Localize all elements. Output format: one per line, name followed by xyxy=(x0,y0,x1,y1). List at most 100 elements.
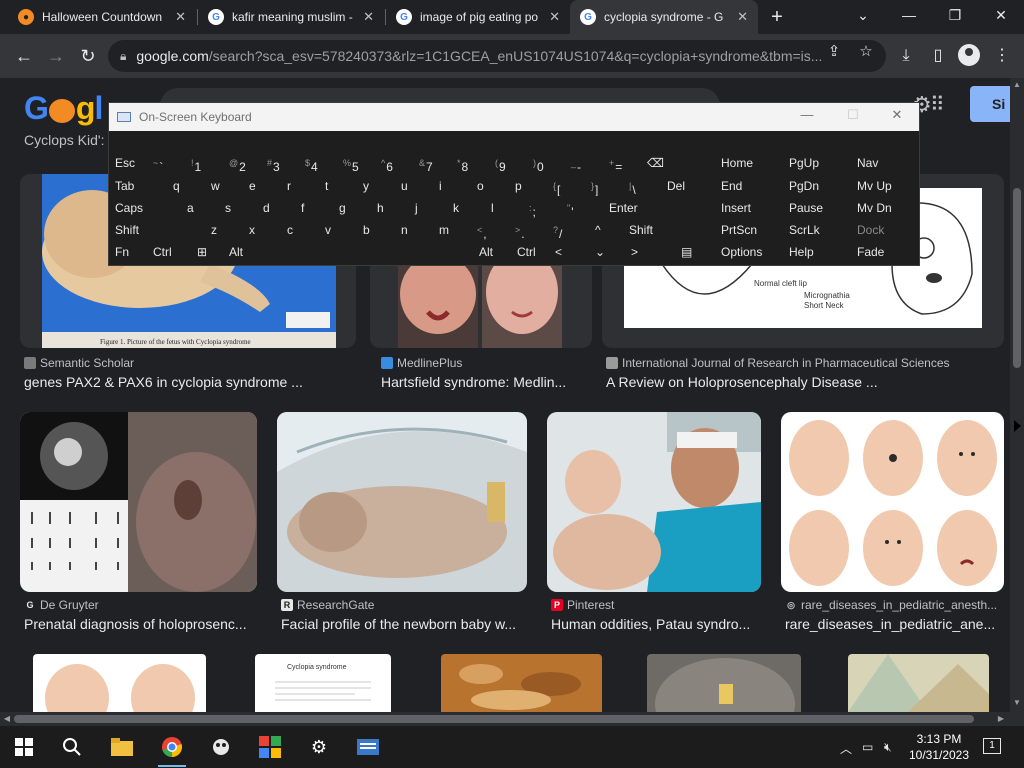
key-backspace[interactable]: ⌫ xyxy=(641,153,711,173)
new-tab-button[interactable]: + xyxy=(766,6,788,28)
vertical-scrollbar[interactable]: ▲ ▼ xyxy=(1010,78,1024,712)
key-ctrl-left[interactable]: Ctrl xyxy=(147,242,193,262)
address-bar[interactable]: 🔒︎ google.com/search?sca_esv=578240373&r… xyxy=(108,40,886,72)
result-title[interactable]: Human oddities, Patau syndro... xyxy=(551,616,761,632)
key-j[interactable]: j xyxy=(409,198,447,218)
forward-button[interactable]: → xyxy=(44,44,68,68)
back-button[interactable]: ← xyxy=(12,44,36,68)
windows-key-icon[interactable]: ⊞ xyxy=(191,242,223,262)
start-windows-icon[interactable] xyxy=(11,734,37,760)
result-title[interactable]: Cyclops Kid': xyxy=(24,132,104,148)
key-t[interactable]: t xyxy=(319,176,357,196)
close-icon[interactable]: ✕ xyxy=(549,9,560,25)
key-right-arrow[interactable]: > xyxy=(625,242,663,262)
key-p[interactable]: p xyxy=(509,176,547,196)
key-backslash[interactable]: |\ xyxy=(623,176,661,196)
tab-image-of-pig[interactable]: G image of pig eating po ✕ xyxy=(386,0,570,34)
key-c[interactable]: c xyxy=(281,220,319,240)
profile-avatar-icon[interactable] xyxy=(958,44,980,66)
google-logo[interactable]: Ggl xyxy=(24,90,103,127)
app-colorful-icon[interactable] xyxy=(257,734,283,760)
clock-date[interactable]: 10/31/2023 xyxy=(904,748,974,762)
osk-titlebar[interactable]: On-Screen Keyboard — ☐ ✕ xyxy=(109,103,919,131)
app-face-icon[interactable] xyxy=(208,734,234,760)
key-space[interactable] xyxy=(263,242,473,262)
scroll-up-icon[interactable]: ▲ xyxy=(1010,80,1024,89)
key-shift-right[interactable]: Shift xyxy=(623,220,711,240)
key-4[interactable]: $4 xyxy=(299,153,337,173)
share-icon[interactable]: ⇪ xyxy=(824,42,844,62)
file-explorer-icon[interactable] xyxy=(109,734,135,760)
key-6[interactable]: ^6 xyxy=(375,153,413,173)
chevron-up-icon[interactable]: ︿ xyxy=(840,740,852,757)
clock-time[interactable]: 3:13 PM xyxy=(904,732,974,746)
image-result-11[interactable] xyxy=(647,654,801,712)
key-enter[interactable]: Enter xyxy=(603,198,711,218)
key-7[interactable]: &7 xyxy=(413,153,451,173)
result-title[interactable]: rare_diseases_in_pediatric_ane... xyxy=(785,616,1003,632)
result-title[interactable]: Facial profile of the newborn baby w... xyxy=(281,616,527,632)
result-title[interactable]: A Review on Holoprosencephaly Disease ..… xyxy=(606,374,1002,390)
key-l[interactable]: l xyxy=(485,198,523,218)
osk-close-button[interactable]: ✕ xyxy=(887,107,907,123)
key-m[interactable]: m xyxy=(433,220,471,240)
scroll-left-icon[interactable]: ◀ xyxy=(0,712,14,726)
key-1[interactable]: !1 xyxy=(185,153,223,173)
key-quote[interactable]: "' xyxy=(561,198,599,218)
key-del[interactable]: Del xyxy=(661,176,711,196)
key-f[interactable]: f xyxy=(295,198,333,218)
key-d[interactable]: d xyxy=(257,198,295,218)
key-9[interactable]: (9 xyxy=(489,153,527,173)
search-icon[interactable] xyxy=(59,734,85,760)
key-down-arrow[interactable]: ⌄ xyxy=(589,242,623,262)
key-k[interactable]: k xyxy=(447,198,485,218)
key-2[interactable]: @2 xyxy=(223,153,261,173)
key-minus[interactable]: _- xyxy=(565,153,603,173)
menu-kebab-icon[interactable]: ⋮ xyxy=(990,44,1014,68)
key-ctrl-right[interactable]: Ctrl xyxy=(511,242,551,262)
scroll-down-icon[interactable]: ▼ xyxy=(1010,698,1024,707)
key-s[interactable]: s xyxy=(219,198,257,218)
key-alt-left[interactable]: Alt xyxy=(223,242,263,262)
key-n[interactable]: n xyxy=(395,220,433,240)
image-result-6[interactable] xyxy=(547,412,761,592)
reload-button[interactable]: ↻ xyxy=(76,44,100,68)
key-q[interactable]: q xyxy=(167,176,205,196)
close-icon[interactable]: ✕ xyxy=(363,9,374,25)
key-x[interactable]: x xyxy=(243,220,281,240)
key-g[interactable]: g xyxy=(333,198,371,218)
key-e[interactable]: e xyxy=(243,176,281,196)
minimize-button[interactable]: — xyxy=(894,4,924,26)
key-nav[interactable]: Nav xyxy=(851,153,917,173)
key-5[interactable]: %5 xyxy=(337,153,375,173)
close-icon[interactable]: ✕ xyxy=(175,9,186,25)
key-slash[interactable]: ?/ xyxy=(547,220,585,240)
key-fn[interactable]: Fn xyxy=(109,242,149,262)
key-o[interactable]: o xyxy=(471,176,509,196)
chrome-icon[interactable] xyxy=(159,734,185,760)
key-shift-left[interactable]: Shift xyxy=(109,220,199,240)
osk-maximize-button[interactable]: ☐ xyxy=(843,107,863,123)
result-title[interactable]: Prenatal diagnosis of holoprosenc... xyxy=(24,616,254,632)
key-w[interactable]: w xyxy=(205,176,243,196)
key-alt-right[interactable]: Alt xyxy=(473,242,513,262)
result-title[interactable]: genes PAX2 & PAX6 in cyclopia syndrome .… xyxy=(24,374,354,390)
image-result-5[interactable] xyxy=(277,412,527,592)
key-b[interactable]: b xyxy=(357,220,395,240)
settings-gear-icon[interactable]: ⚙ xyxy=(306,734,332,760)
key-home[interactable]: Home xyxy=(715,153,781,173)
key-pgup[interactable]: PgUp xyxy=(783,153,849,173)
key-esc[interactable]: Esc xyxy=(109,153,147,173)
key-insert[interactable]: Insert xyxy=(715,198,781,218)
download-icon[interactable]: ⤓ xyxy=(894,44,918,68)
key-dock[interactable]: Dock xyxy=(851,220,917,240)
key-h[interactable]: h xyxy=(371,198,409,218)
key-z[interactable]: z xyxy=(205,220,243,240)
tab-halloween-countdown[interactable]: ● Halloween Countdown ✕ xyxy=(8,0,196,34)
key-help[interactable]: Help xyxy=(783,242,849,262)
key-3[interactable]: #3 xyxy=(261,153,299,173)
key-a[interactable]: a xyxy=(181,198,219,218)
key-period[interactable]: >. xyxy=(509,220,547,240)
side-panel-icon[interactable]: ▯ xyxy=(926,44,950,68)
key-end[interactable]: End xyxy=(715,176,781,196)
